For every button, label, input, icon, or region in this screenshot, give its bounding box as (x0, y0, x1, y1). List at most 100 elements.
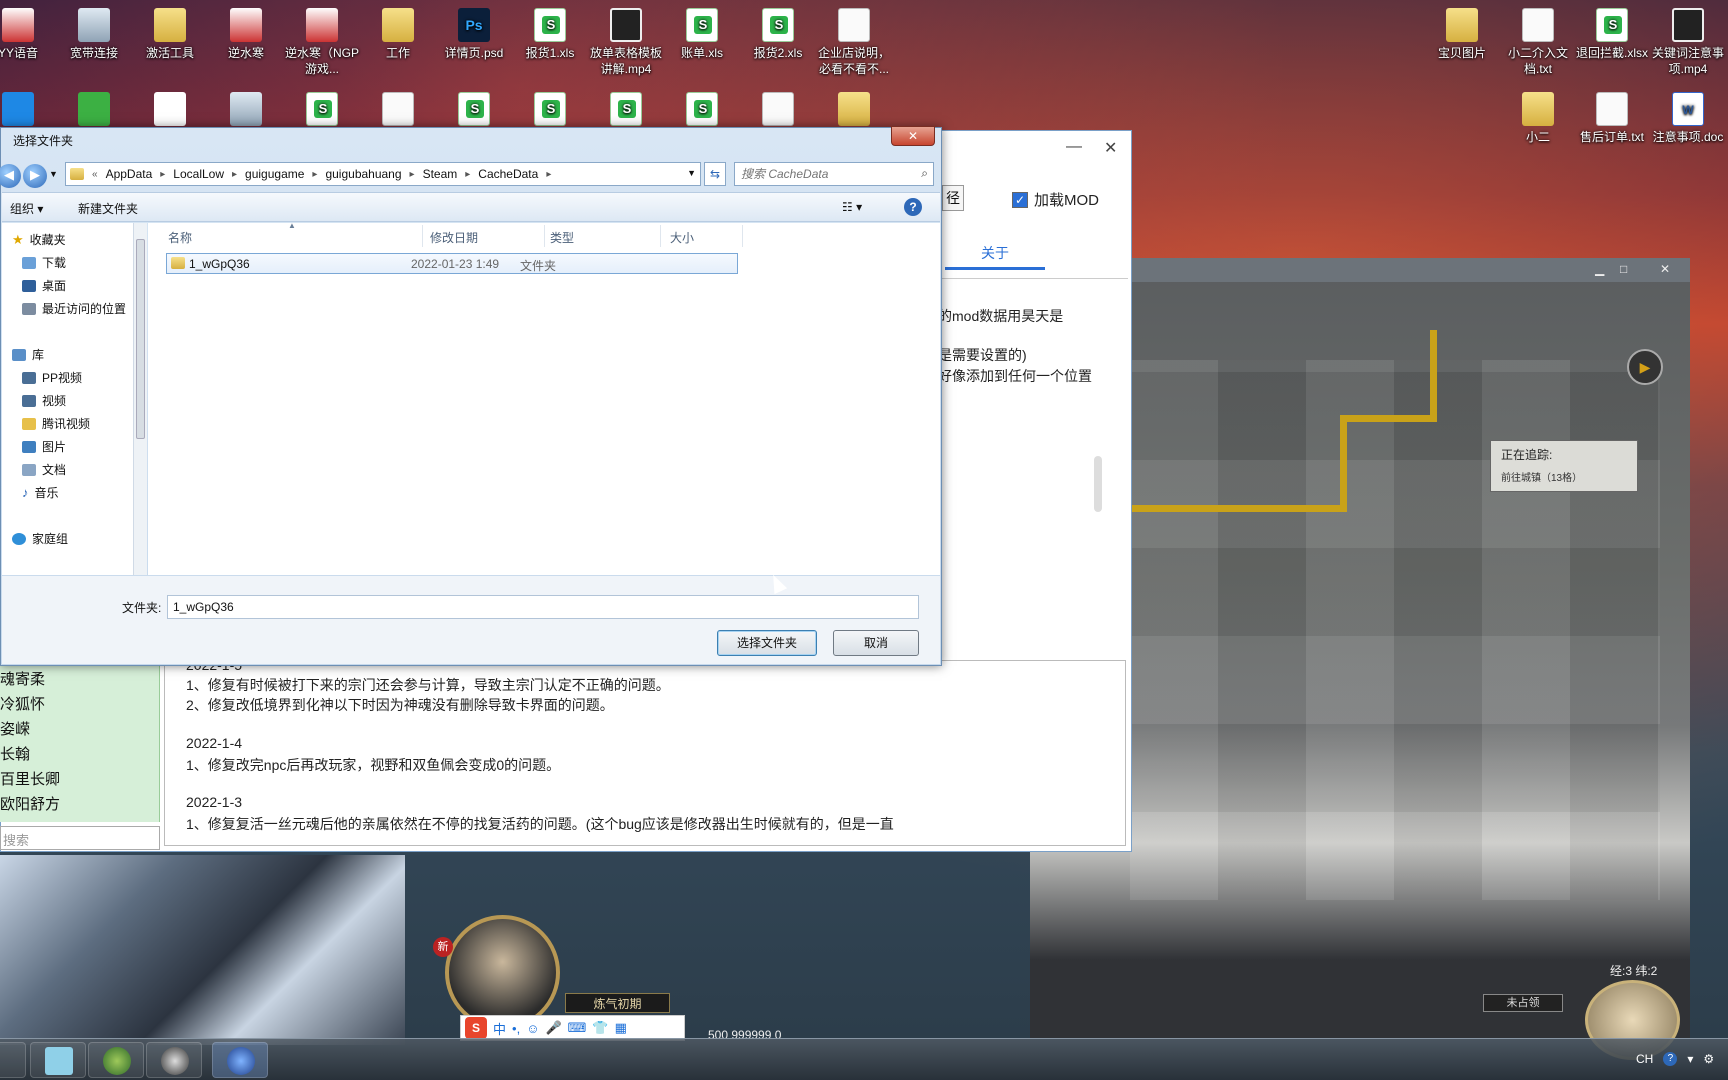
desktop-icon-return-xlsx[interactable]: 退回拦截.xlsx (1574, 8, 1650, 61)
desktop-icon-nishuihan[interactable]: 逆水寒 (208, 8, 284, 61)
folder-name-input[interactable]: 1_wGpQ36 (167, 595, 919, 619)
desktop-icon-sheet-c[interactable] (512, 92, 588, 129)
character-portrait[interactable] (445, 915, 560, 1030)
desktop-icon-psd[interactable]: Ps 详情页.psd (436, 8, 512, 61)
tab-about[interactable]: 关于 (945, 236, 1045, 270)
game-minimize-button[interactable]: ▁ (1595, 262, 1604, 276)
tracking-item[interactable]: 前往城镇（13格） (1501, 469, 1627, 484)
column-size[interactable]: 大小 (670, 229, 694, 246)
column-divider[interactable] (742, 225, 743, 247)
new-badge[interactable]: 新 (433, 937, 453, 957)
chevron-right-icon[interactable]: ▸ (546, 169, 551, 180)
ime-emoji-icon[interactable]: ☺ (526, 1021, 539, 1036)
dialog-close-button[interactable]: ✕ (891, 126, 935, 146)
desktop-icon-enterprise-doc[interactable]: 企业店说明，必看不看不... (816, 8, 892, 77)
chevron-right-icon[interactable]: ▸ (465, 169, 470, 180)
column-divider[interactable] (544, 225, 545, 247)
column-date[interactable]: 修改日期 (430, 229, 478, 246)
refresh-icon[interactable]: ⇆ (704, 162, 726, 186)
nav-tencent-video[interactable]: 腾讯视频 (22, 415, 90, 432)
nav-libraries[interactable]: 库 (12, 346, 44, 363)
ime-voice-icon[interactable]: 🎤 (545, 1020, 561, 1036)
nav-downloads[interactable]: 下载 (22, 254, 66, 271)
desktop-icon-sheet-e[interactable] (664, 92, 740, 129)
desktop-icon-xls2[interactable]: 报货2.xls (740, 8, 816, 61)
ime-punctuation[interactable]: •, (512, 1021, 520, 1036)
play-icon[interactable]: ▶ (1627, 349, 1663, 385)
taskbar-app-modtool[interactable] (212, 1042, 268, 1078)
forward-button[interactable]: ▶ (23, 164, 47, 188)
desktop-icon-broadband[interactable]: 宽带连接 (56, 8, 132, 61)
desktop-icon-xiaoer-folder[interactable]: 小二 (1500, 92, 1576, 145)
nav-scrollbar-thumb[interactable] (136, 239, 145, 439)
breadcrumb-guigugame[interactable]: guigugame (245, 167, 304, 181)
breadcrumb-steam[interactable]: Steam (423, 167, 458, 181)
nav-documents[interactable]: 文档 (22, 461, 66, 478)
view-options-button[interactable]: ☷ ▾ (842, 200, 862, 214)
desktop-icon-nishuihan-ngp[interactable]: 逆水寒（NGP游戏... (284, 8, 360, 77)
game-close-button[interactable]: ✕ (1660, 262, 1670, 276)
column-divider[interactable] (422, 225, 423, 247)
nav-favorites[interactable]: ★ 收藏夹 (12, 231, 66, 248)
nav-recent[interactable]: 最近访问的位置 (22, 300, 126, 317)
sogou-ime-icon[interactable]: S (465, 1017, 487, 1039)
desktop-icon-app-green[interactable] (56, 92, 132, 129)
desktop-icon-doc-a[interactable] (360, 92, 436, 129)
desktop-icon-app-cloud[interactable] (132, 92, 208, 129)
breadcrumb-overflow[interactable]: « (92, 169, 98, 180)
chevron-right-icon[interactable]: ▸ (312, 169, 317, 180)
desktop-icon-doc-b[interactable] (740, 92, 816, 129)
search-icon[interactable]: ⌕ (921, 166, 928, 181)
desktop-icon-sheet-d[interactable] (588, 92, 664, 129)
language-indicator[interactable]: CH (1636, 1052, 1653, 1066)
game-maximize-button[interactable]: □ (1620, 262, 1627, 276)
desktop-icon-xiaoer-txt[interactable]: 小二介入文档.txt (1500, 8, 1576, 77)
nav-scrollbar[interactable] (133, 223, 147, 575)
breadcrumb-appdata[interactable]: AppData (106, 167, 153, 181)
desktop-icon-aftersales-txt[interactable]: 售后订单.txt (1574, 92, 1650, 145)
npc-list-item[interactable]: 长翰 (0, 743, 30, 764)
help-icon[interactable]: ? (904, 198, 922, 216)
tray-settings-icon[interactable]: ⚙ (1703, 1052, 1714, 1066)
ime-chinese-mode[interactable]: 中 (493, 1019, 506, 1038)
select-folder-button[interactable]: 选择文件夹 (717, 630, 817, 656)
mod-close-button[interactable]: ✕ (1104, 138, 1117, 158)
desktop-icon-notes-doc[interactable]: W 注意事项.doc (1650, 92, 1726, 145)
tracking-panel[interactable]: 正在追踪: 前往城镇（13格） (1490, 440, 1638, 492)
ime-keyboard-icon[interactable]: ⌨ (568, 1020, 587, 1036)
desktop-icon-activation[interactable]: 激活工具 (132, 8, 208, 61)
desktop-icon-folder-b[interactable] (816, 92, 892, 129)
breadcrumb-cachedata[interactable]: CacheData (478, 167, 538, 181)
chevron-right-icon[interactable]: ▸ (232, 169, 237, 180)
breadcrumb-guigubahuang[interactable]: guigubahuang (325, 167, 401, 181)
select-folder-dialog[interactable]: 选择文件夹 ✕ ◀ ▶ ▼ « AppData ▸ LocalLow ▸ gui… (0, 126, 942, 666)
history-dropdown-icon[interactable]: ▼ (49, 169, 58, 179)
breadcrumb-locallow[interactable]: LocalLow (173, 167, 224, 181)
cancel-button[interactable]: 取消 (833, 630, 919, 656)
organize-menu[interactable]: 组织 ▾ (10, 200, 43, 217)
column-type[interactable]: 类型 (550, 229, 574, 246)
column-divider[interactable] (660, 225, 661, 247)
chevron-right-icon[interactable]: ▸ (410, 169, 415, 180)
help-icon[interactable]: ? (1663, 1052, 1678, 1066)
desktop-icon-recycle-bin[interactable] (208, 92, 284, 129)
desktop-icon-product-images[interactable]: 宝贝图片 (1424, 8, 1500, 61)
desktop-icon-keywords-mp4[interactable]: 关键词注意事项.mp4 (1650, 8, 1726, 77)
desktop-icon-yy[interactable]: YY语音 (0, 8, 56, 61)
chevron-right-icon[interactable]: ▸ (160, 169, 165, 180)
npc-list-item[interactable]: 欧阳舒方 (0, 793, 60, 814)
npc-list-item[interactable]: 百里长卿 (0, 768, 60, 789)
taskbar-app-game[interactable] (146, 1042, 202, 1078)
ime-skin-icon[interactable]: 👕 (592, 1020, 608, 1036)
ime-toolbox-icon[interactable]: ▦ (615, 1020, 627, 1036)
npc-list-item[interactable]: 姿嵘 (0, 718, 30, 739)
desktop-icon-mp4[interactable]: 放单表格模板讲解.mp4 (588, 8, 664, 77)
desktop-icon-bill[interactable]: 账单.xls (664, 8, 740, 61)
taskbar-start[interactable] (0, 1042, 26, 1078)
new-folder-button[interactable]: 新建文件夹 (78, 200, 138, 217)
address-bar[interactable]: « AppData ▸ LocalLow ▸ guigugame ▸ guigu… (65, 162, 701, 186)
nav-music[interactable]: ♪ 音乐 (22, 484, 59, 501)
nav-desktop[interactable]: 桌面 (22, 277, 66, 294)
search-input[interactable] (735, 163, 905, 185)
mod-minimize-button[interactable]: — (1066, 138, 1082, 156)
